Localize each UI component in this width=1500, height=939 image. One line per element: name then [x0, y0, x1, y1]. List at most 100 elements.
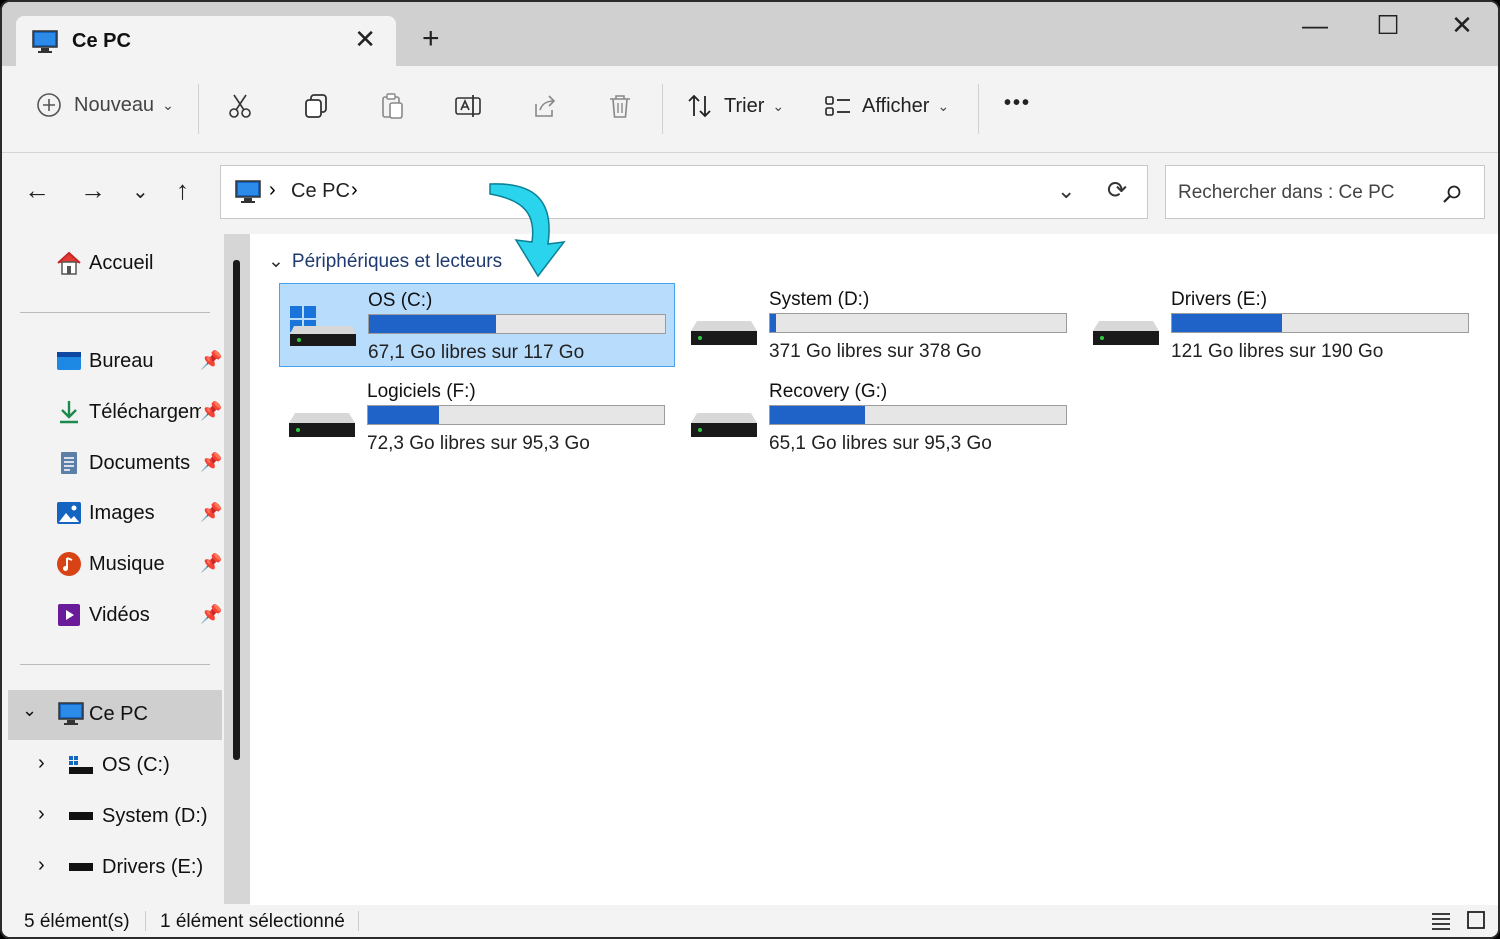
delete-button[interactable] [606, 92, 634, 120]
sidebar-item-drive-c[interactable]: › OS (C:) [2, 744, 224, 788]
rename-icon [455, 95, 481, 117]
chevron-down-icon[interactable]: ⌄ [22, 700, 37, 721]
toolbar-divider [978, 84, 979, 134]
sidebar-item-label: Drivers (E:) [102, 856, 204, 878]
new-button[interactable]: Nouveau ⌄ [36, 92, 174, 118]
more-options-button[interactable]: ••• [1004, 92, 1031, 115]
drive-tile-d[interactable]: System (D:) 371 Go libres sur 378 Go [681, 283, 1077, 367]
sidebar-item-desktop[interactable]: Bureau 📌 [2, 340, 224, 384]
drive-icon [1093, 321, 1159, 345]
toolbar-divider [662, 84, 663, 134]
sort-button[interactable]: Trier ⌄ [686, 92, 784, 120]
drive-tile-f[interactable]: Logiciels (F:) 72,3 Go libres sur 95,3 G… [279, 375, 675, 459]
drive-usage-bar [368, 314, 666, 334]
tab-close-button[interactable]: ✕ [354, 24, 376, 55]
desktop-icon [57, 352, 81, 370]
status-divider [145, 911, 146, 931]
sidebar-item-this-pc[interactable]: ⌄ Ce PC [8, 690, 222, 740]
drive-name: OS (C:) [368, 290, 433, 311]
status-divider [358, 911, 359, 931]
item-count: 5 élément(s) [24, 911, 130, 932]
drive-free-space: 72,3 Go libres sur 95,3 Go [367, 433, 590, 454]
windows-drive-icon [290, 306, 356, 346]
up-button[interactable]: ↑ [176, 175, 189, 206]
details-view-icon[interactable] [1430, 911, 1452, 931]
paste-button[interactable] [378, 92, 406, 120]
sidebar-item-home[interactable]: Accueil [2, 242, 224, 286]
windows-drive-icon [69, 756, 93, 774]
new-tab-button[interactable]: + [422, 24, 440, 54]
address-bar[interactable]: › Ce PC › ⌄ ⟳ [220, 165, 1148, 219]
pin-icon[interactable]: 📌 [200, 350, 222, 371]
pin-icon[interactable]: 📌 [200, 452, 222, 473]
cut-button[interactable] [226, 92, 254, 120]
pin-icon[interactable]: 📌 [200, 502, 222, 523]
pin-icon[interactable]: 📌 [200, 553, 222, 574]
tab-ce-pc[interactable]: Ce PC ✕ [16, 16, 396, 68]
sidebar-item-label: Images [89, 502, 155, 524]
sort-icon [688, 94, 711, 118]
file-explorer-window: Ce PC ✕ + — ☐ ✕ Nouveau ⌄ Trier ⌄ Affich… [0, 0, 1500, 939]
drive-tile-e[interactable]: Drivers (E:) 121 Go libres sur 190 Go [1083, 283, 1479, 367]
images-icon [57, 502, 81, 524]
drive-usage-bar [1171, 313, 1469, 333]
sidebar-item-label: OS (C:) [102, 754, 170, 776]
annotation-arrow [489, 183, 566, 278]
drive-usage-fill [1172, 314, 1282, 332]
drive-free-space: 121 Go libres sur 190 Go [1171, 341, 1384, 362]
sidebar-item-drive-d[interactable]: › System (D:) [2, 795, 224, 839]
pin-icon[interactable]: 📌 [200, 604, 222, 625]
clipboard-icon [382, 93, 403, 119]
back-button[interactable]: ← [24, 175, 50, 206]
drive-usage-fill [770, 314, 776, 332]
scrollbar-thumb[interactable] [233, 260, 240, 760]
copy-button[interactable] [302, 92, 330, 120]
forward-button[interactable]: → [80, 175, 106, 206]
breadcrumb-separator[interactable]: › [269, 179, 276, 202]
sidebar-item-documents[interactable]: Documents 📌 [2, 442, 224, 486]
drive-usage-fill [368, 406, 440, 424]
videos-icon [58, 604, 80, 626]
sidebar-item-label: System (D:) [102, 805, 208, 827]
sidebar-divider [20, 312, 210, 313]
sidebar-item-label: Musique [89, 553, 165, 575]
drive-name: Recovery (G:) [769, 381, 888, 402]
recent-locations-button[interactable]: ⌄ [132, 179, 149, 204]
sidebar-item-videos[interactable]: Vidéos 📌 [2, 594, 224, 638]
search-box[interactable]: Rechercher dans : Ce PC [1165, 165, 1485, 219]
breadcrumb-separator[interactable]: › [351, 179, 358, 202]
view-button[interactable]: Afficher ⌄ [824, 92, 949, 120]
minimize-button[interactable]: — [1295, 10, 1335, 41]
refresh-button[interactable]: ⟳ [1107, 176, 1127, 205]
group-header-devices[interactable]: ⌄ Périphériques et lecteurs [268, 250, 502, 273]
maximize-button[interactable]: ☐ [1368, 10, 1408, 41]
view-label: Afficher [862, 94, 930, 117]
chevron-right-icon[interactable]: › [38, 854, 45, 877]
content-pane: ⌄ Périphériques et lecteurs OS (C:) 67,1 … [250, 183, 1498, 906]
sidebar-item-label: Accueil [89, 252, 154, 274]
scissors-icon [229, 94, 251, 118]
drive-name: Logiciels (F:) [367, 381, 476, 402]
pin-icon[interactable]: 📌 [200, 401, 222, 422]
drive-tile-g[interactable]: Recovery (G:) 65,1 Go libres sur 95,3 Go [681, 375, 1077, 459]
group-title: Périphériques et lecteurs [291, 251, 503, 272]
close-window-button[interactable]: ✕ [1442, 10, 1482, 41]
sidebar-item-label: Vidéos [89, 604, 150, 626]
chevron-down-icon[interactable]: ⌄ [268, 251, 284, 272]
home-icon [57, 251, 81, 275]
sidebar-item-music[interactable]: Musique 📌 [2, 543, 224, 587]
sidebar-item-images[interactable]: Images 📌 [2, 492, 224, 536]
rename-button[interactable] [454, 92, 482, 120]
drive-tile-c[interactable]: OS (C:) 67,1 Go libres sur 117 Go [279, 283, 675, 367]
sort-label: Trier [724, 94, 765, 117]
sidebar-item-downloads[interactable]: Téléchargements 📌 [2, 391, 224, 435]
address-dropdown-button[interactable]: ⌄ [1057, 178, 1075, 204]
share-button[interactable] [530, 92, 558, 120]
drive-name: Drivers (E:) [1171, 289, 1268, 310]
chevron-right-icon[interactable]: › [38, 803, 45, 826]
tiles-view-icon[interactable] [1466, 910, 1486, 930]
breadcrumb[interactable]: Ce PC [291, 180, 350, 203]
sidebar-scrollbar[interactable] [224, 234, 250, 904]
sidebar-item-drive-e[interactable]: › Drivers (E:) [2, 846, 224, 890]
chevron-right-icon[interactable]: › [38, 752, 45, 775]
